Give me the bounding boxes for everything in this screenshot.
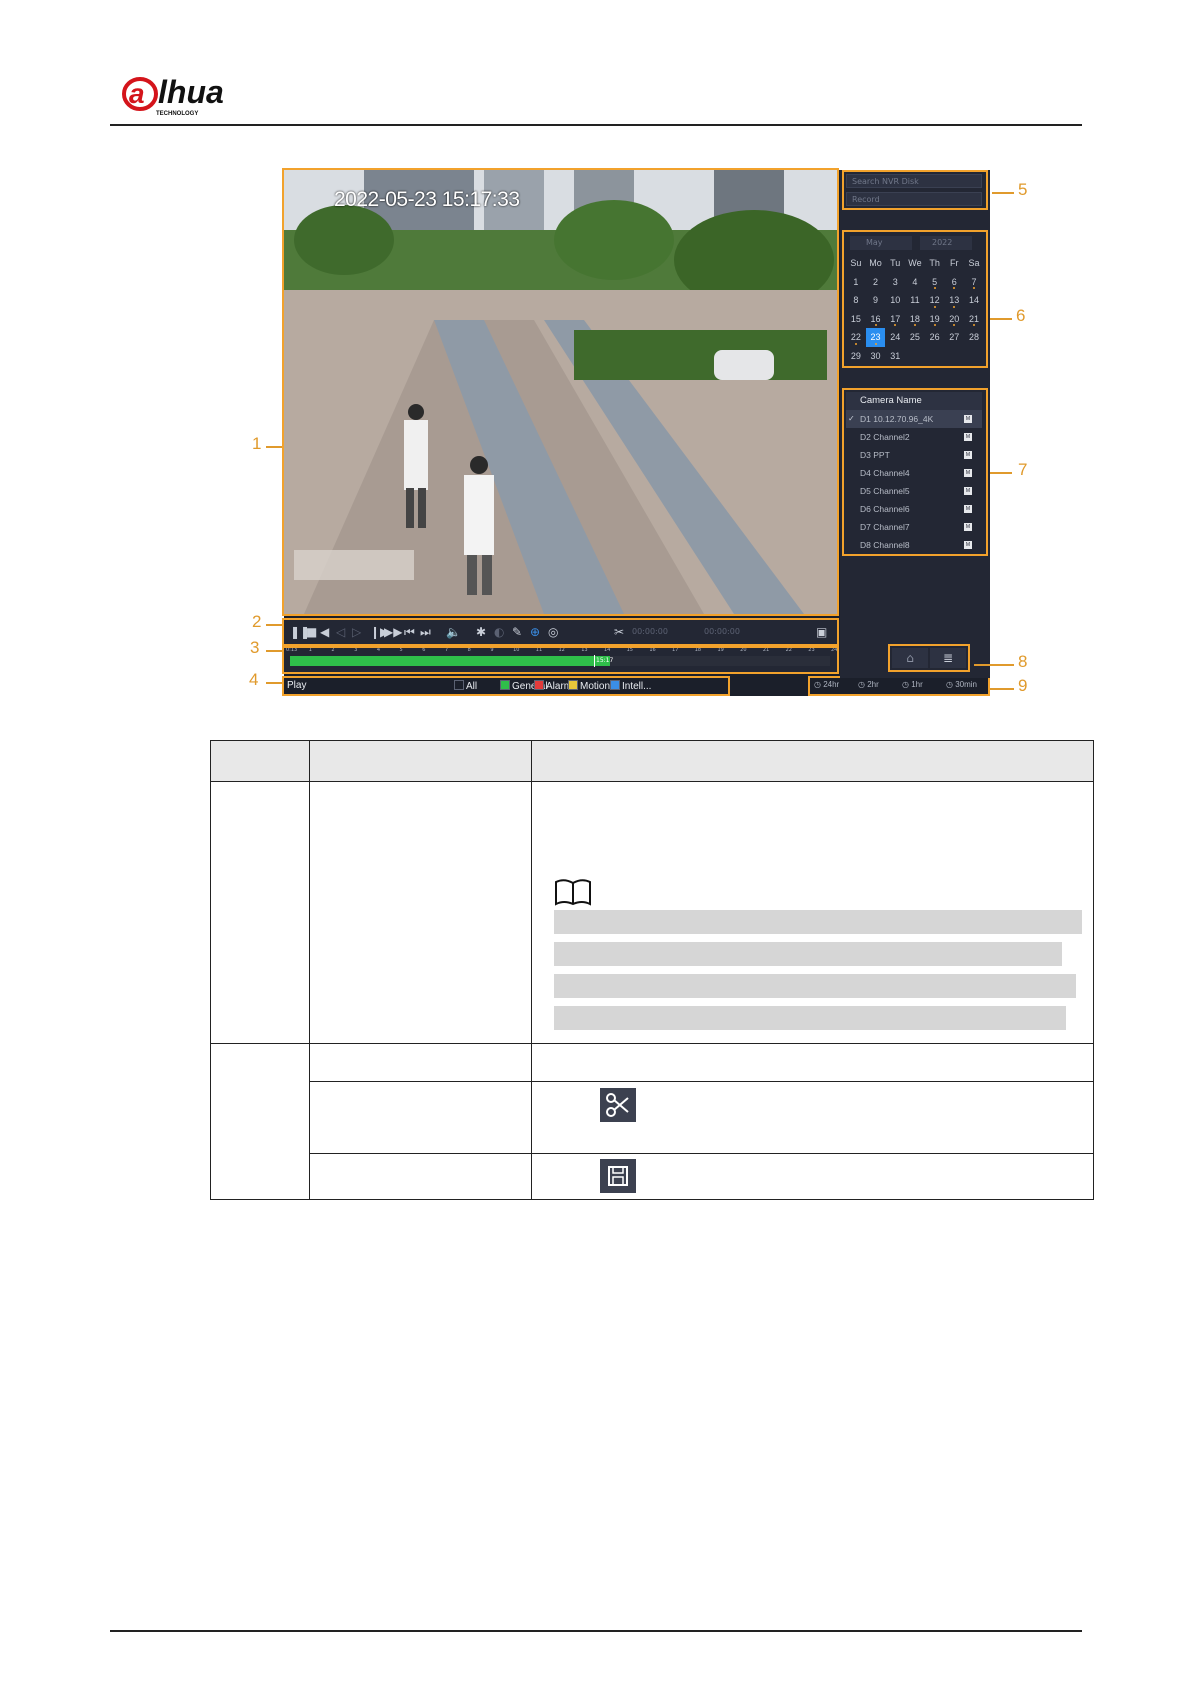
save-icon [600, 1159, 637, 1193]
svg-text:lhua: lhua [158, 74, 224, 110]
callout-box-3 [282, 646, 839, 674]
table-header-cell [308, 740, 533, 782]
callout-4: 4 [249, 670, 259, 689]
redacted-note-line [554, 974, 1077, 998]
callout-box-1 [282, 168, 839, 616]
table-cell [308, 1153, 533, 1200]
table-cell [531, 1153, 1094, 1200]
footer-rule [110, 1630, 1082, 1632]
table-cell [308, 781, 533, 1044]
table-cell [531, 781, 1094, 1044]
callout-1: 1 [252, 434, 262, 453]
callout-box-6 [842, 230, 988, 368]
redacted-note-line [554, 910, 1083, 934]
table-cell [210, 781, 310, 1044]
callout-box-9 [808, 676, 990, 696]
callout-3: 3 [250, 638, 260, 657]
svg-text:TECHNOLOGY: TECHNOLOGY [156, 111, 198, 117]
callout-box-5 [842, 170, 988, 210]
callout-5: 5 [1018, 180, 1028, 199]
callout-7: 7 [1018, 460, 1028, 479]
redacted-note-line [554, 942, 1063, 966]
description-table [210, 740, 1094, 1200]
callout-6: 6 [1016, 306, 1026, 325]
note-book-icon [555, 879, 592, 906]
callout-9: 9 [1018, 676, 1028, 695]
callout-box-2 [282, 618, 839, 646]
table-cell [308, 1081, 533, 1154]
dahua-logo: a lhua TECHNOLOGY [122, 74, 224, 117]
redacted-note-line [554, 1006, 1067, 1030]
scissors-icon [600, 1088, 637, 1122]
right-panel: Search NVR Disk Record May 2022 Su Mo Tu We… [840, 170, 990, 678]
callout-box-4 [282, 676, 730, 696]
callout-box-8 [888, 644, 970, 672]
table-cell [531, 1081, 1094, 1154]
header-rule [110, 124, 1082, 126]
table-cell [210, 1043, 310, 1200]
playback-screenshot: 2022-05-23 15:17:33 ❚❚ ■ ◀ ◁ ▷ ❙▶ ▶▶ ⏮ ⏭… [282, 168, 990, 696]
table-header-cell [210, 740, 310, 782]
svg-text:a: a [129, 78, 145, 109]
table-header-cell [531, 740, 1094, 782]
table-cell [308, 1043, 533, 1082]
table-cell [531, 1043, 1094, 1082]
callout-2: 2 [252, 612, 262, 631]
callout-8: 8 [1018, 652, 1028, 671]
callout-box-7 [842, 388, 988, 556]
